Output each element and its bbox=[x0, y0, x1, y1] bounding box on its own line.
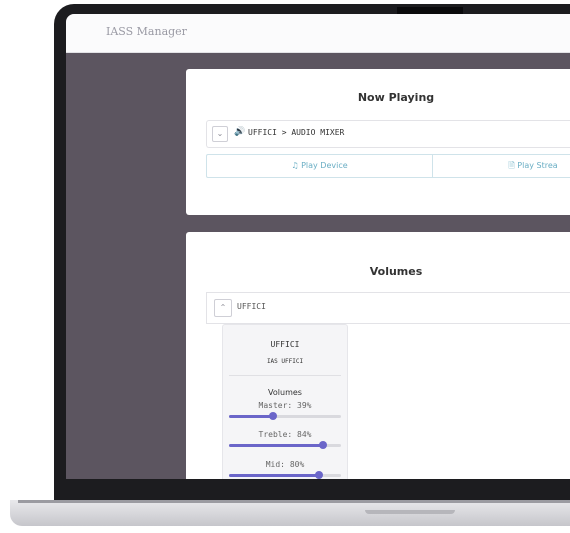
document-icon: 🗎 bbox=[508, 161, 515, 170]
source-selector[interactable]: ⌄ 🔊 UFFICI > AUDIO MIXER bbox=[206, 120, 570, 148]
screen-bezel-bottom bbox=[66, 479, 570, 500]
laptop-hinge bbox=[18, 500, 570, 503]
play-stream-button[interactable]: 🗎 Play Strea bbox=[433, 155, 570, 177]
play-device-button[interactable]: ♫ Play Device bbox=[207, 155, 433, 177]
divider bbox=[229, 375, 341, 376]
now-playing-card: Now Playing ⌄ 🔊 UFFICI > AUDIO MIXER ♫ P… bbox=[186, 69, 570, 215]
volumes-heading: Volumes bbox=[268, 388, 302, 397]
master-volume-label: Master: 39% bbox=[258, 401, 312, 410]
play-device-label: Play Device bbox=[301, 161, 348, 170]
mid-volume-slider[interactable] bbox=[229, 471, 341, 479]
slider-fill bbox=[229, 415, 273, 418]
play-stream-label: Play Strea bbox=[517, 161, 558, 170]
treble-volume-slider[interactable] bbox=[229, 441, 341, 449]
device-subtitle: IAS UFFICI bbox=[266, 358, 304, 365]
app-window: IASS Manager Now Playing ⌄ 🔊 UFFICI > AU… bbox=[66, 14, 570, 479]
laptop-base-notch bbox=[365, 510, 455, 514]
slider-thumb[interactable] bbox=[268, 412, 277, 420]
chevron-up-icon[interactable]: ⌃ bbox=[214, 299, 232, 317]
laptop-base bbox=[10, 500, 570, 526]
slider-fill bbox=[229, 444, 324, 447]
play-button-group: ♫ Play Device 🗎 Play Strea bbox=[206, 154, 570, 178]
now-playing-title: Now Playing bbox=[357, 91, 435, 104]
chevron-down-icon[interactable]: ⌄ bbox=[212, 126, 228, 142]
group-label: UFFICI bbox=[237, 302, 266, 311]
mid-volume-label: Mid: 80% bbox=[265, 460, 305, 469]
slider-thumb[interactable] bbox=[319, 441, 328, 449]
volumes-card: Volumes ⌃ UFFICI UFFICI IAS UFFICI Volum… bbox=[186, 232, 570, 479]
slider-thumb[interactable] bbox=[314, 471, 323, 479]
device-name: UFFICI bbox=[270, 340, 300, 349]
slider-fill bbox=[229, 474, 319, 477]
treble-volume-label: Treble: 84% bbox=[258, 430, 312, 439]
app-title: IASS Manager bbox=[106, 25, 187, 38]
music-note-icon: ♫ bbox=[291, 161, 299, 170]
source-path: UFFICI > AUDIO MIXER bbox=[248, 128, 345, 137]
title-bar: IASS Manager bbox=[66, 14, 570, 53]
master-volume-slider[interactable] bbox=[229, 412, 341, 420]
device-volume-card: UFFICI IAS UFFICI Volumes Master: 39% Tr… bbox=[222, 324, 348, 479]
group-header-uffici[interactable]: ⌃ UFFICI bbox=[206, 292, 570, 324]
volumes-title: Volumes bbox=[369, 265, 423, 278]
speaker-icon: 🔊 bbox=[234, 127, 246, 137]
